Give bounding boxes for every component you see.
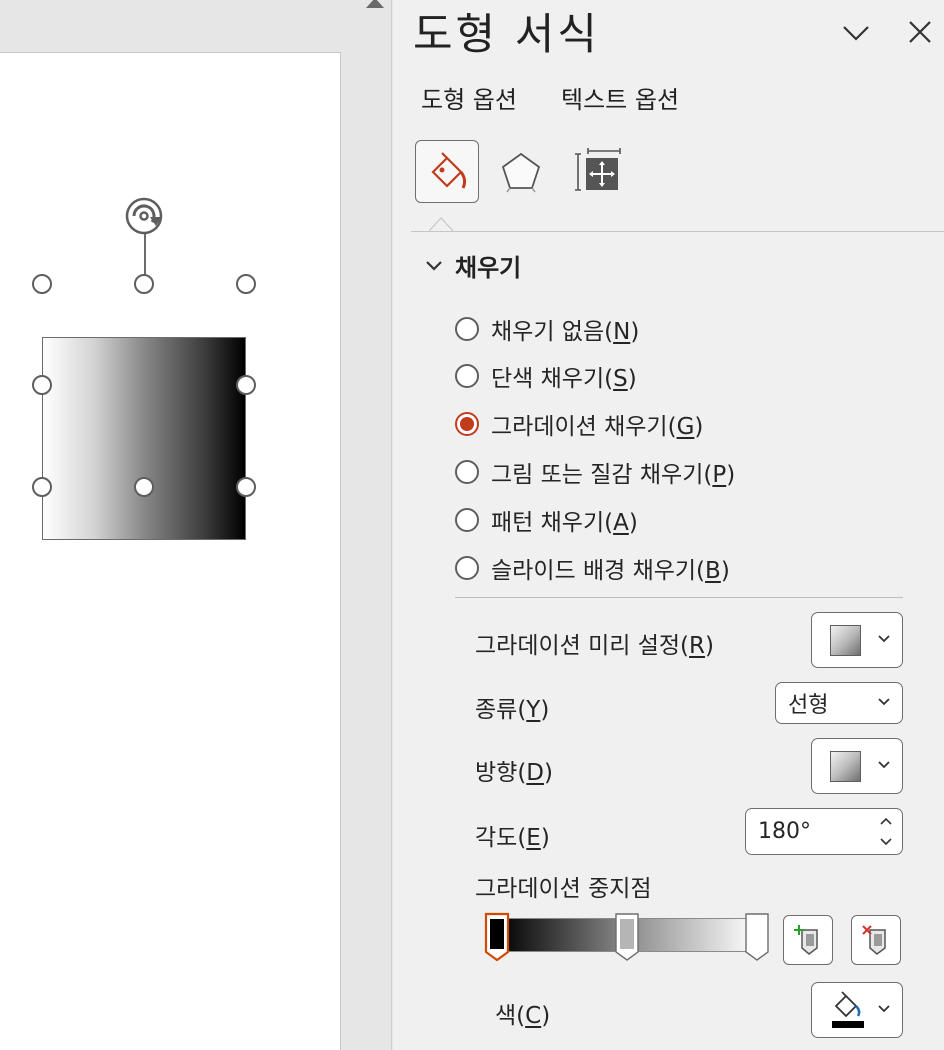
radio-button-selected[interactable] — [455, 412, 479, 436]
remove-gradient-stop-button[interactable] — [851, 915, 901, 965]
category-divider — [411, 231, 944, 232]
active-category-pointer — [429, 217, 453, 232]
gradient-stop-marker[interactable] — [744, 912, 770, 962]
radio-label: 단색 채우기(S) — [491, 366, 637, 392]
stop-color-label: 색(C) — [495, 1003, 551, 1029]
add-stop-icon — [794, 925, 818, 955]
section-divider — [455, 597, 903, 598]
gradient-stop-marker[interactable] — [614, 912, 640, 962]
add-gradient-stop-button[interactable] — [783, 915, 833, 965]
effects-category-button[interactable] — [489, 140, 553, 203]
format-shape-pane: 도형 서식 도형 옵션 텍스트 옵션 채우기 채우기 없음(N) 단색 채우기(… — [393, 0, 944, 1050]
close-icon — [909, 21, 931, 43]
gradient-direction-label: 방향(D) — [475, 760, 553, 786]
stop-color-dropdown[interactable] — [811, 982, 903, 1038]
radio-no-fill[interactable]: 채우기 없음(N) — [455, 312, 639, 346]
slide-canvas-area — [0, 0, 358, 1050]
scroll-up-arrow-icon[interactable] — [366, 0, 384, 8]
gradient-swatch — [830, 624, 861, 656]
radio-button[interactable] — [455, 364, 479, 388]
radio-solid-fill[interactable]: 단색 채우기(S) — [455, 359, 637, 393]
spin-up-icon[interactable] — [880, 817, 892, 825]
paint-bucket-icon — [832, 991, 864, 1028]
gradient-stops-label: 그라데이션 중지점 — [475, 876, 652, 902]
direction-swatch — [830, 750, 861, 782]
chevron-down-icon — [878, 1005, 890, 1013]
size-properties-icon — [575, 147, 621, 191]
shape-gradient-fill — [43, 338, 245, 539]
paint-bucket-icon — [431, 151, 467, 189]
chevron-down-icon — [878, 761, 890, 769]
resize-handle-top-right[interactable] — [236, 274, 256, 294]
fill-section-title: 채우기 — [455, 254, 522, 282]
radio-pattern-fill[interactable]: 패턴 채우기(A) — [455, 503, 638, 537]
gradient-preset-dropdown[interactable] — [811, 612, 903, 668]
radio-gradient-fill[interactable]: 그라데이션 채우기(G) — [455, 407, 703, 441]
radio-slide-background-fill[interactable]: 슬라이드 배경 채우기(B) — [455, 551, 730, 585]
chevron-down-icon — [878, 698, 890, 706]
rotation-handle-icon[interactable] — [122, 195, 172, 237]
radio-button[interactable] — [455, 460, 479, 484]
gradient-preset-label: 그라데이션 미리 설정(R) — [475, 633, 715, 659]
vertical-scrollbar[interactable] — [358, 0, 392, 1050]
radio-label: 그라데이션 채우기(G) — [491, 414, 704, 440]
size-properties-category-button[interactable] — [567, 140, 631, 203]
fill-line-category-button[interactable] — [415, 140, 479, 203]
gradient-type-value: 선형 — [788, 693, 829, 718]
radio-label: 슬라이드 배경 채우기(B) — [491, 558, 730, 584]
radio-label: 채우기 없음(N) — [491, 319, 640, 345]
resize-handle-bottom-right[interactable] — [236, 477, 256, 497]
radio-label: 패턴 채우기(A) — [491, 510, 638, 536]
pane-close-button[interactable] — [901, 14, 939, 50]
resize-handle-bottom[interactable] — [134, 477, 154, 497]
radio-button[interactable] — [455, 317, 479, 341]
gradient-stop-marker[interactable] — [484, 912, 510, 962]
radio-button[interactable] — [455, 556, 479, 580]
gradient-type-label: 종류(Y) — [475, 697, 550, 723]
tab-shape-options[interactable]: 도형 옵션 — [421, 80, 517, 115]
chevron-down-icon — [843, 26, 869, 41]
radio-button[interactable] — [455, 508, 479, 532]
resize-handle-top-left[interactable] — [32, 274, 52, 294]
spin-down-icon[interactable] — [880, 838, 892, 846]
radio-label: 그림 또는 질감 채우기(P) — [491, 462, 736, 488]
resize-handle-top[interactable] — [134, 274, 154, 294]
pane-options-button[interactable] — [837, 16, 875, 50]
gradient-angle-spinner[interactable]: 180° — [745, 808, 903, 855]
gradient-angle-label: 각도(E) — [475, 825, 550, 851]
resize-handle-left[interactable] — [32, 375, 52, 395]
fill-section-header[interactable]: 채우기 — [425, 248, 521, 283]
tab-text-options[interactable]: 텍스트 옵션 — [561, 80, 679, 115]
gradient-direction-dropdown[interactable] — [811, 738, 903, 794]
chevron-down-icon — [426, 260, 442, 271]
gradient-type-dropdown[interactable]: 선형 — [775, 682, 903, 724]
gradient-angle-value: 180° — [758, 819, 811, 844]
pane-title: 도형 서식 — [413, 10, 600, 60]
remove-stop-icon — [862, 925, 886, 955]
pentagon-icon — [501, 152, 541, 192]
resize-handle-bottom-left[interactable] — [32, 477, 52, 497]
radio-picture-texture-fill[interactable]: 그림 또는 질감 채우기(P) — [455, 455, 735, 489]
resize-handle-right[interactable] — [236, 375, 256, 395]
chevron-down-icon — [878, 635, 890, 643]
selected-rectangle-shape[interactable] — [42, 337, 246, 540]
